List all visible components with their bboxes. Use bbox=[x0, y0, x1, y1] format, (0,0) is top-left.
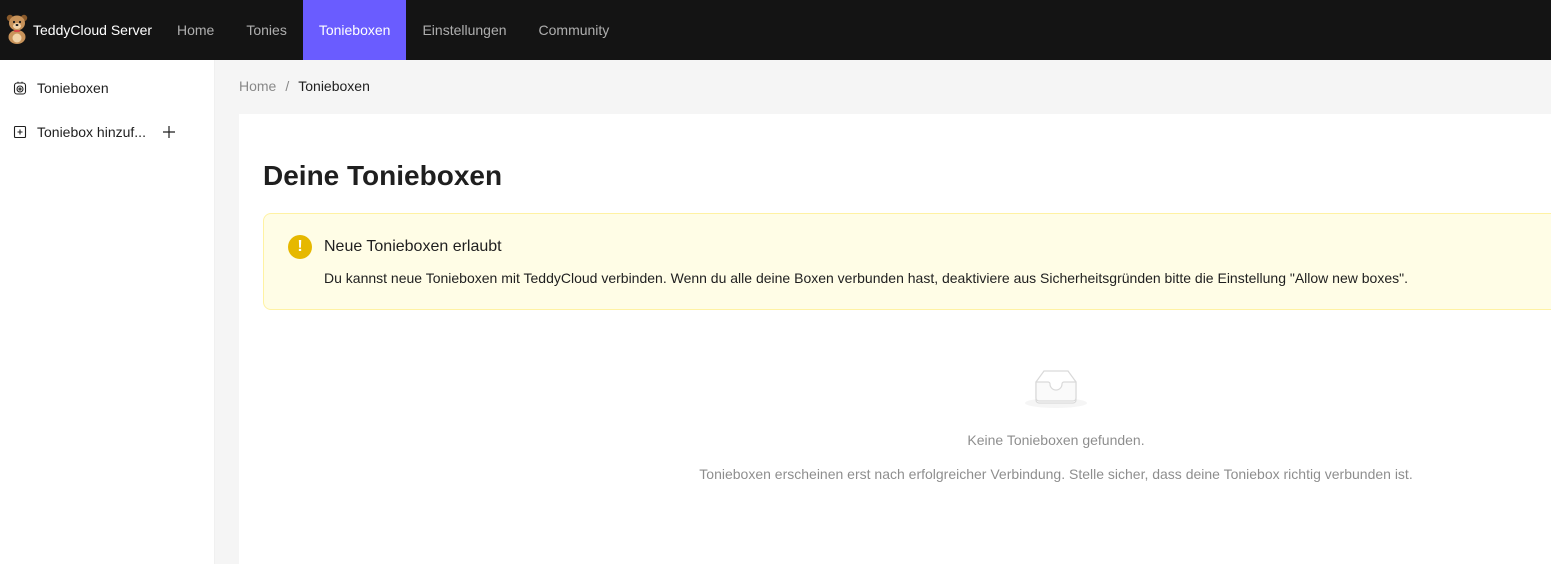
sidebar: Tonieboxen Toniebox hinzuf... bbox=[0, 60, 215, 564]
breadcrumb-current: Tonieboxen bbox=[298, 78, 370, 94]
page-title: Deine Tonieboxen bbox=[263, 160, 503, 191]
alert-description: Du kannst neue Tonieboxen mit TeddyCloud… bbox=[324, 270, 1408, 286]
empty-state: Keine Tonieboxen gefunden. Tonieboxen er… bbox=[239, 368, 1551, 482]
sidebar-item-tonieboxen[interactable]: Tonieboxen bbox=[0, 68, 214, 108]
warning-alert: ! Neue Tonieboxen erlaubt Du kannst neue… bbox=[263, 213, 1551, 310]
empty-inbox-icon bbox=[1025, 370, 1087, 408]
app-name: TeddyCloud Server bbox=[33, 22, 153, 38]
sidebar-item-add-toniebox[interactable]: Toniebox hinzuf... bbox=[0, 112, 214, 152]
alert-title: Neue Tonieboxen erlaubt bbox=[324, 238, 502, 255]
main-nav: Home Tonies Tonieboxen Einstellungen Com… bbox=[161, 0, 625, 60]
nav-item-tonies[interactable]: Tonies bbox=[230, 0, 302, 60]
brand[interactable]: TeddyCloud Server bbox=[0, 0, 161, 60]
breadcrumb: Home / Tonieboxen bbox=[239, 78, 370, 94]
toniebox-icon bbox=[13, 81, 27, 95]
nav-item-community[interactable]: Community bbox=[523, 0, 626, 60]
nav-item-einstellungen[interactable]: Einstellungen bbox=[406, 0, 522, 60]
top-navbar: TeddyCloud Server Home Tonies Tonieboxen… bbox=[0, 0, 1551, 60]
breadcrumb-home[interactable]: Home bbox=[239, 78, 276, 94]
content-panel: Deine Tonieboxen ! Neue Tonieboxen erlau… bbox=[239, 114, 1551, 564]
sidebar-item-label: Toniebox hinzuf... bbox=[37, 124, 146, 140]
sidebar-item-label: Tonieboxen bbox=[37, 80, 109, 96]
nav-item-home[interactable]: Home bbox=[161, 0, 230, 60]
empty-title: Keine Tonieboxen gefunden. bbox=[967, 432, 1145, 448]
teddy-bear-logo-icon bbox=[6, 12, 33, 49]
breadcrumb-separator: / bbox=[285, 78, 290, 94]
plus-icon[interactable] bbox=[162, 125, 176, 139]
exclamation-icon: ! bbox=[288, 235, 312, 259]
plus-square-icon bbox=[13, 125, 27, 139]
nav-item-tonieboxen[interactable]: Tonieboxen bbox=[302, 0, 407, 60]
empty-description: Tonieboxen erscheinen erst nach erfolgre… bbox=[699, 466, 1413, 482]
